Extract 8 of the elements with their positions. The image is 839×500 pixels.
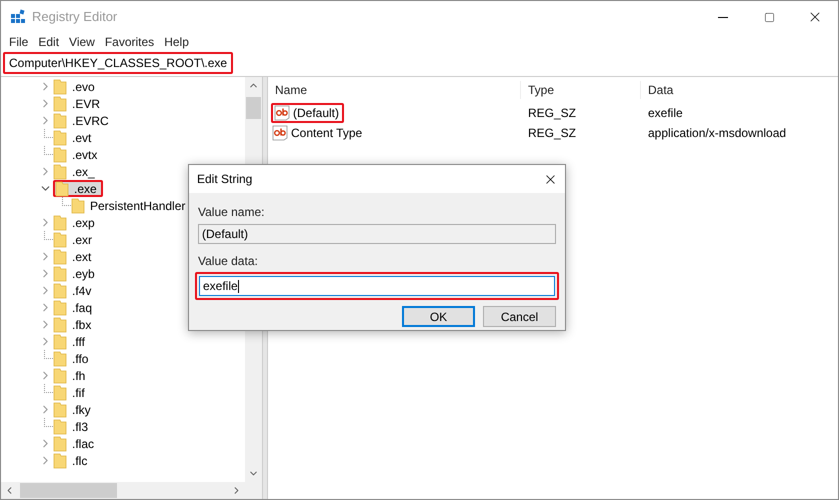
value-data: application/x-msdownload (647, 125, 786, 142)
dialog-title: Edit String (197, 171, 252, 188)
value-type: REG_SZ (527, 105, 578, 122)
value-type: REG_SZ (527, 125, 578, 142)
window-title: Registry Editor (32, 8, 118, 26)
field-label: Value data: (198, 253, 259, 270)
value-data: exefile (647, 105, 683, 122)
field-label: Value name: (198, 204, 266, 221)
